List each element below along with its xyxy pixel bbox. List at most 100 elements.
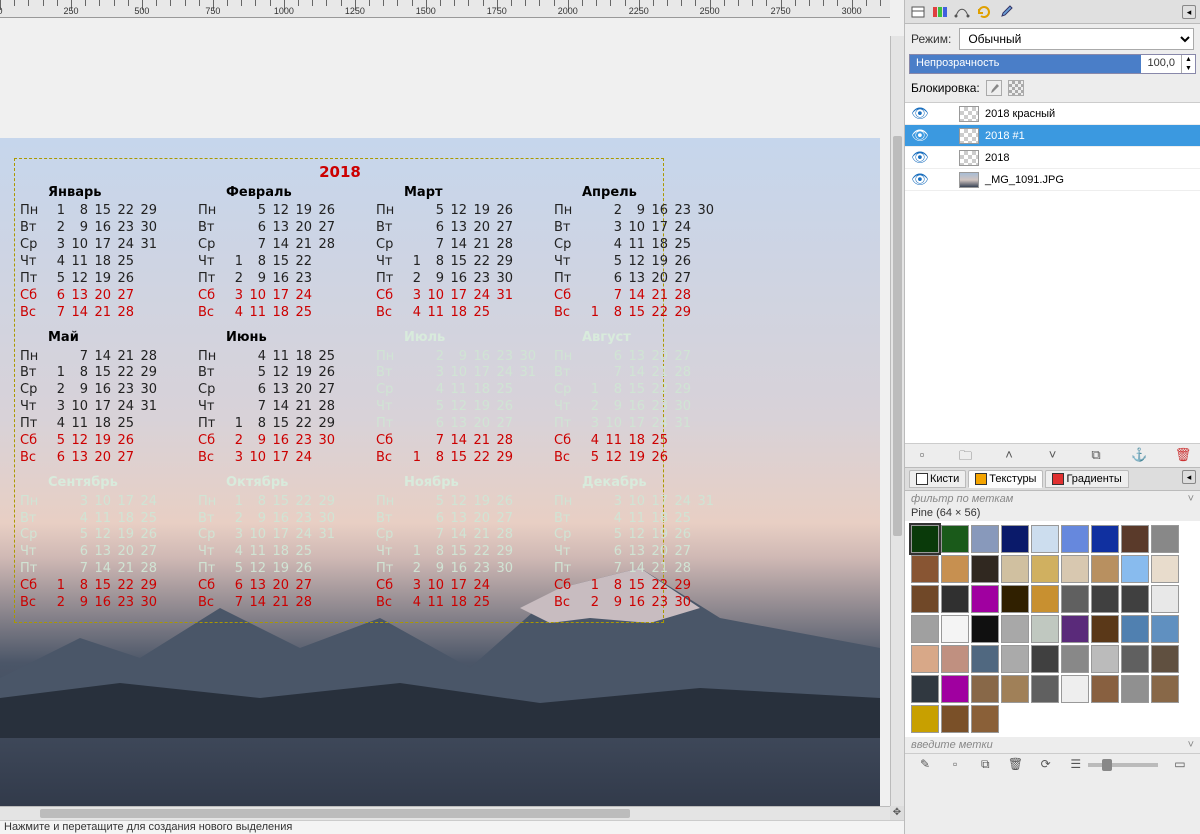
enter-tags-dropdown-icon[interactable]: ˅: [1188, 739, 1194, 751]
texture-swatch[interactable]: [971, 615, 999, 643]
texture-swatch[interactable]: [941, 585, 969, 613]
new-resource-icon[interactable]: ▫: [947, 757, 963, 773]
open-as-image-icon[interactable]: ▭: [1172, 757, 1188, 773]
layer-group-icon[interactable]: 🗀: [957, 447, 975, 465]
raise-layer-icon[interactable]: ˄: [1000, 447, 1018, 465]
texture-swatch[interactable]: [1091, 585, 1119, 613]
texture-swatch[interactable]: [1151, 615, 1179, 643]
navigation-corner-icon[interactable]: ✥: [890, 806, 904, 820]
texture-swatch[interactable]: [1061, 645, 1089, 673]
canvas-viewport[interactable]: 2018 ЯнварьПн18152229Вт29162330Ср3101724…: [0, 18, 904, 834]
texture-swatch[interactable]: [971, 525, 999, 553]
delete-resource-icon[interactable]: 🗑: [1007, 757, 1023, 773]
undo-history-tab-icon[interactable]: [975, 3, 993, 21]
texture-swatch[interactable]: [1121, 585, 1149, 613]
texture-swatch[interactable]: [1121, 615, 1149, 643]
opacity-spinner[interactable]: ▲▼: [1181, 55, 1195, 73]
texture-swatch[interactable]: [1061, 615, 1089, 643]
visibility-eye-icon[interactable]: 👁: [911, 149, 927, 166]
texture-swatch[interactable]: [941, 555, 969, 583]
texture-swatch[interactable]: [941, 525, 969, 553]
texture-swatch[interactable]: [911, 525, 939, 553]
scrollbar-horizontal[interactable]: [0, 806, 890, 820]
texture-swatch[interactable]: [911, 615, 939, 643]
texture-swatch[interactable]: [971, 675, 999, 703]
scrollbar-vertical[interactable]: [890, 36, 904, 806]
paths-tab-icon[interactable]: [953, 3, 971, 21]
resource-tab[interactable]: Кисти: [909, 470, 966, 488]
brush-tab-icon[interactable]: [997, 3, 1015, 21]
new-layer-icon[interactable]: ▫: [913, 447, 931, 465]
texture-swatch[interactable]: [1001, 615, 1029, 643]
texture-swatch[interactable]: [941, 675, 969, 703]
texture-swatch[interactable]: [1001, 645, 1029, 673]
texture-swatch[interactable]: [1061, 555, 1089, 583]
texture-swatch[interactable]: [1061, 525, 1089, 553]
texture-swatch[interactable]: [1121, 525, 1149, 553]
texture-swatch[interactable]: [1031, 585, 1059, 613]
layer-row[interactable]: 👁2018 красный: [905, 103, 1200, 125]
lock-pixels-icon[interactable]: [986, 80, 1002, 96]
resource-tab[interactable]: Градиенты: [1045, 470, 1128, 488]
texture-swatch[interactable]: [1091, 555, 1119, 583]
visibility-eye-icon[interactable]: 👁: [911, 171, 927, 188]
layers-tab-icon[interactable]: [909, 3, 927, 21]
texture-swatch[interactable]: [911, 645, 939, 673]
texture-swatch[interactable]: [1061, 675, 1089, 703]
enter-tags-input[interactable]: введите метки: [911, 739, 993, 751]
texture-swatch[interactable]: [911, 555, 939, 583]
anchor-layer-icon[interactable]: ⚓: [1131, 447, 1149, 465]
texture-swatch[interactable]: [1151, 645, 1179, 673]
resource-tab[interactable]: Текстуры: [968, 470, 1043, 488]
texture-swatch[interactable]: [1121, 555, 1149, 583]
texture-swatch[interactable]: [1151, 555, 1179, 583]
texture-swatch[interactable]: [1031, 525, 1059, 553]
texture-swatch[interactable]: [1001, 525, 1029, 553]
texture-swatch[interactable]: [1031, 645, 1059, 673]
texture-swatch[interactable]: [1001, 585, 1029, 613]
duplicate-layer-icon[interactable]: ⧉: [1087, 447, 1105, 465]
texture-swatch[interactable]: [971, 645, 999, 673]
texture-swatch[interactable]: [911, 585, 939, 613]
texture-swatch[interactable]: [911, 705, 939, 733]
view-list-icon[interactable]: ☰: [1068, 757, 1084, 773]
refresh-resource-icon[interactable]: ⟳: [1038, 757, 1054, 773]
channels-tab-icon[interactable]: [931, 3, 949, 21]
zoom-slider[interactable]: [1088, 763, 1158, 767]
texture-swatch[interactable]: [941, 645, 969, 673]
texture-swatch[interactable]: [971, 585, 999, 613]
filter-tags-input[interactable]: фильтр по меткам: [911, 493, 1013, 505]
visibility-eye-icon[interactable]: 👁: [911, 127, 927, 144]
texture-swatch[interactable]: [1031, 675, 1059, 703]
texture-swatch[interactable]: [971, 705, 999, 733]
dock-menu-icon[interactable]: ◂: [1182, 5, 1196, 19]
texture-swatch[interactable]: [1151, 585, 1179, 613]
texture-swatch[interactable]: [1001, 675, 1029, 703]
texture-swatch[interactable]: [941, 615, 969, 643]
layer-row[interactable]: 👁2018 #1: [905, 125, 1200, 147]
texture-swatch[interactable]: [911, 675, 939, 703]
delete-layer-icon[interactable]: 🗑: [1174, 447, 1192, 465]
texture-swatch[interactable]: [1151, 675, 1179, 703]
resource-menu-icon[interactable]: ◂: [1182, 470, 1196, 484]
filter-dropdown-icon[interactable]: ˅: [1188, 493, 1194, 505]
layer-row[interactable]: 👁_MG_1091.JPG: [905, 169, 1200, 191]
texture-swatch[interactable]: [1091, 675, 1119, 703]
blend-mode-select[interactable]: Обычный: [959, 28, 1194, 50]
duplicate-resource-icon[interactable]: ⧉: [977, 757, 993, 773]
texture-swatch[interactable]: [1001, 555, 1029, 583]
edit-resource-icon[interactable]: ✎: [917, 757, 933, 773]
texture-swatch[interactable]: [1091, 615, 1119, 643]
texture-swatch[interactable]: [1091, 645, 1119, 673]
texture-swatch[interactable]: [1031, 555, 1059, 583]
lower-layer-icon[interactable]: ˅: [1044, 447, 1062, 465]
lock-alpha-icon[interactable]: [1008, 80, 1024, 96]
opacity-slider[interactable]: Непрозрачность 100,0 ▲▼: [909, 54, 1196, 74]
texture-swatch[interactable]: [1151, 525, 1179, 553]
texture-swatch[interactable]: [971, 555, 999, 583]
texture-swatch[interactable]: [1121, 675, 1149, 703]
texture-swatch[interactable]: [1061, 585, 1089, 613]
visibility-eye-icon[interactable]: 👁: [911, 105, 927, 122]
texture-swatch[interactable]: [1121, 645, 1149, 673]
texture-swatch[interactable]: [941, 705, 969, 733]
